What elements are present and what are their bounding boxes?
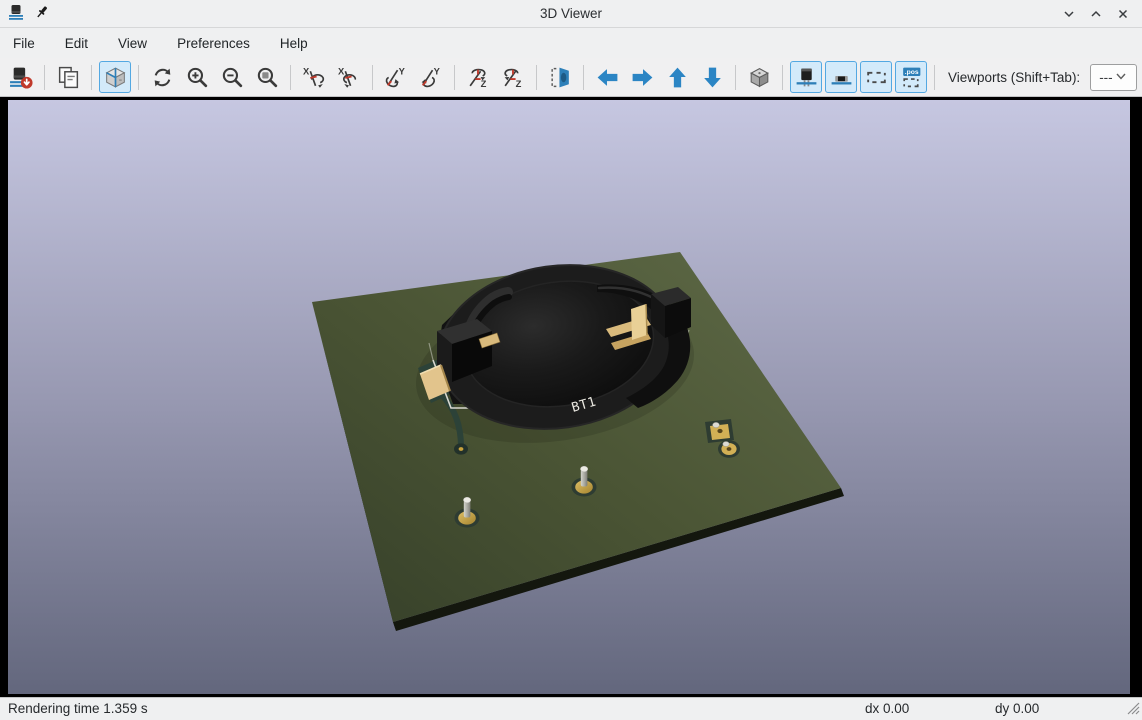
- reload-board-button[interactable]: [5, 61, 37, 93]
- svg-text:Z: Z: [515, 78, 521, 88]
- smd-component-icon: [829, 65, 854, 90]
- show-pos-models-toggle[interactable]: .pos: [895, 61, 927, 93]
- viewports-label: Viewports (Shift+Tab):: [948, 70, 1080, 85]
- menu-help[interactable]: Help: [269, 32, 319, 55]
- pin-icon[interactable]: [34, 4, 50, 23]
- rotate-y-ccw-button[interactable]: Y: [415, 61, 447, 93]
- rotate-x-ccw-button[interactable]: X: [333, 61, 365, 93]
- pos-file-icon: .pos: [899, 65, 924, 90]
- zoom-fit-icon: [255, 65, 280, 90]
- toolbar-separator: [782, 65, 783, 90]
- virtual-component-icon: [864, 65, 889, 90]
- move-left-button[interactable]: [591, 61, 623, 93]
- copy-image-button[interactable]: [52, 61, 84, 93]
- show-smd-models-toggle[interactable]: [825, 61, 857, 93]
- rotate-x-cw-button[interactable]: X: [298, 61, 330, 93]
- dx-readout: dx 0.00: [865, 701, 909, 716]
- orthographic-projection-toggle[interactable]: [743, 61, 775, 93]
- svg-text:.pos: .pos: [904, 69, 918, 76]
- app-icon: [8, 3, 26, 24]
- 3d-canvas[interactable]: BT1: [0, 97, 1142, 697]
- zoom-fit-button[interactable]: [251, 61, 283, 93]
- redraw-button[interactable]: [146, 61, 178, 93]
- toolbar-separator: [372, 65, 373, 90]
- chevron-down-icon: [1114, 69, 1128, 86]
- raytracing-toggle[interactable]: [99, 61, 131, 93]
- toolbar-separator: [290, 65, 291, 90]
- rotate-x-ccw-icon: X: [337, 65, 362, 90]
- toolbar-separator: [138, 65, 139, 90]
- menu-edit[interactable]: Edit: [54, 32, 99, 55]
- svg-text:Y: Y: [398, 66, 405, 76]
- menu-bar: File Edit View Preferences Help: [0, 28, 1142, 58]
- rotate-z-ccw-icon: Z: [501, 65, 526, 90]
- arrow-right-icon: [630, 65, 655, 90]
- ortho-cube-icon: [747, 65, 772, 90]
- svg-text:Z: Z: [480, 78, 486, 88]
- raytracing-cube-icon: [103, 65, 128, 90]
- toolbar-separator: [536, 65, 537, 90]
- reload-board-icon: [9, 65, 34, 90]
- move-down-button[interactable]: [696, 61, 728, 93]
- arrow-left-icon: [595, 65, 620, 90]
- svg-text:Y: Y: [433, 66, 440, 76]
- zoom-out-icon: [220, 65, 245, 90]
- rotate-y-cw-icon: Y: [384, 65, 409, 90]
- title-bar: 3D Viewer: [0, 0, 1142, 28]
- zoom-in-button[interactable]: [181, 61, 213, 93]
- th-pad-square: [705, 419, 734, 443]
- rotate-y-ccw-icon: Y: [419, 65, 444, 90]
- toolbar-separator: [454, 65, 455, 90]
- move-right-button[interactable]: [626, 61, 658, 93]
- rotate-z-cw-button[interactable]: Z: [462, 61, 494, 93]
- menu-view[interactable]: View: [107, 32, 158, 55]
- toolbar-separator: [583, 65, 584, 90]
- show-virtual-models-toggle[interactable]: [860, 61, 892, 93]
- menu-preferences[interactable]: Preferences: [166, 32, 261, 55]
- minimize-button[interactable]: [1060, 5, 1078, 23]
- rotate-z-cw-icon: Z: [466, 65, 491, 90]
- toolbar: X X Y Y: [0, 58, 1142, 97]
- status-bar: Rendering time 1.359 s dx 0.00 dy 0.00: [0, 697, 1142, 720]
- copy-image-icon: [56, 65, 81, 90]
- window-title: 3D Viewer: [0, 6, 1142, 21]
- 3d-viewport: BT1: [0, 97, 1142, 697]
- toolbar-separator: [44, 65, 45, 90]
- rotate-z-ccw-button[interactable]: Z: [497, 61, 529, 93]
- toolbar-separator: [934, 65, 935, 90]
- toolbar-separator: [91, 65, 92, 90]
- th-pad-round: [718, 440, 740, 458]
- viewports-dropdown[interactable]: ---: [1090, 64, 1137, 91]
- rendering-time: Rendering time 1.359 s: [8, 701, 148, 716]
- dy-readout: dy 0.00: [995, 701, 1039, 716]
- move-up-button[interactable]: [661, 61, 693, 93]
- arrow-down-icon: [700, 65, 725, 90]
- zoom-in-icon: [185, 65, 210, 90]
- flip-board-button[interactable]: [544, 61, 576, 93]
- svg-text:X: X: [338, 66, 345, 76]
- viewports-dropdown-value: ---: [1099, 70, 1113, 85]
- maximize-button[interactable]: [1087, 5, 1105, 23]
- resize-grip-icon[interactable]: [1125, 700, 1140, 718]
- toolbar-separator: [735, 65, 736, 90]
- rotate-x-cw-icon: X: [302, 65, 327, 90]
- menu-file[interactable]: File: [2, 32, 46, 55]
- svg-text:X: X: [303, 66, 310, 76]
- zoom-out-button[interactable]: [216, 61, 248, 93]
- redraw-icon: [150, 65, 175, 90]
- rotate-y-cw-button[interactable]: Y: [380, 61, 412, 93]
- flip-board-icon: [548, 65, 573, 90]
- show-th-models-toggle[interactable]: [790, 61, 822, 93]
- arrow-up-icon: [665, 65, 690, 90]
- th-component-icon: [794, 65, 819, 90]
- close-button[interactable]: [1114, 5, 1132, 23]
